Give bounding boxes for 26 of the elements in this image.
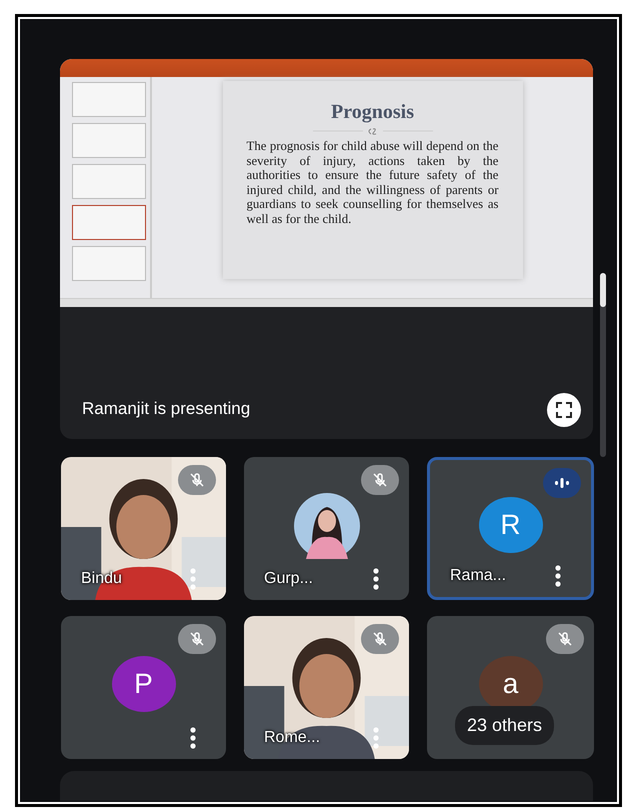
presenter-label: Ramanjit is presenting	[82, 399, 250, 419]
participant-tile[interactable]: Bindu	[61, 457, 226, 600]
more-options-icon[interactable]	[190, 727, 196, 749]
participant-name: Bindu	[81, 570, 122, 588]
participant-tile[interactable]: a 23 others	[427, 616, 594, 759]
participant-name: Rama...	[450, 567, 506, 585]
avatar: P	[112, 656, 176, 712]
fullscreen-button[interactable]	[547, 393, 581, 427]
slide-thumbnail[interactable]	[72, 164, 146, 199]
slide-thumbnail[interactable]	[72, 246, 146, 281]
fullscreen-icon	[555, 401, 573, 419]
participant-tile[interactable]: R Rama...	[427, 457, 594, 600]
others-count[interactable]: 23 others	[455, 706, 554, 745]
slide-thumbnail[interactable]	[72, 123, 146, 158]
more-options-icon[interactable]	[373, 568, 379, 590]
slide-thumbnail[interactable]	[72, 82, 146, 117]
participant-name: Gurp...	[264, 570, 313, 588]
avatar: R	[478, 496, 542, 552]
participant-tile[interactable]: Gurp...	[244, 457, 409, 600]
slide-thumbnail[interactable]	[72, 205, 146, 240]
ornament-icon	[312, 126, 432, 136]
slide-text: The prognosis for child abuse will depend on the severity of injury, actions taken by the authorities to ensure the future safety of the injured child, and the willingness of parents or guardians to seek counselling for themselves as well as for the child.	[246, 139, 498, 226]
scrollbar[interactable]	[600, 273, 606, 457]
participant-tile[interactable]: P	[61, 616, 226, 759]
slide-title: Prognosis	[331, 101, 414, 124]
more-options-icon[interactable]	[555, 565, 561, 587]
